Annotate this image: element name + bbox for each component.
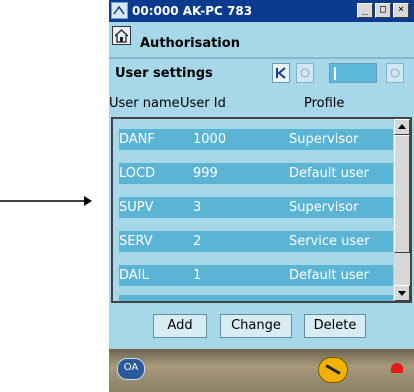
column-header-user-name[interactable]: User name	[109, 96, 180, 111]
controller-icon	[111, 2, 128, 19]
divider	[109, 57, 414, 59]
arrow-down-icon	[398, 291, 406, 296]
delete-button[interactable]: Delete	[304, 314, 366, 338]
record-input[interactable]	[329, 63, 377, 83]
pointer-arrow	[0, 196, 92, 206]
minimize-button[interactable]: _	[357, 3, 373, 18]
table-row[interactable]: SUPV 3 Supervisor	[119, 197, 393, 218]
cell-user-name: LOCD	[119, 166, 156, 181]
status-footer: OA	[109, 349, 414, 392]
cell-user-id: 1	[193, 268, 202, 283]
scroll-down-button[interactable]	[394, 285, 410, 301]
close-button[interactable]: ×	[393, 3, 409, 18]
cell-profile: Default user	[289, 268, 369, 283]
add-button[interactable]: Add	[153, 314, 207, 338]
nav-first-icon	[276, 67, 286, 79]
bell-icon[interactable]	[391, 363, 403, 373]
nav-next-button[interactable]	[386, 63, 404, 83]
section-title: Authorisation	[140, 36, 240, 51]
app-window: 00:000 AK-PC 783 _ □ × Authorisation Use…	[109, 0, 414, 392]
cell-user-id: 2	[193, 234, 202, 249]
table-row[interactable]: DAIL 1 Default user	[119, 265, 393, 286]
operator-icon[interactable]: OA	[117, 358, 145, 380]
nav-next-icon	[390, 68, 400, 78]
text-caret	[334, 67, 336, 80]
table-row[interactable]: LOCD 999 Default user	[119, 163, 393, 184]
scroll-up-button[interactable]	[394, 119, 410, 135]
cell-profile: Service user	[289, 234, 370, 249]
maximize-button[interactable]: □	[375, 3, 391, 18]
column-header-profile[interactable]: Profile	[304, 96, 344, 111]
scroll-thumb[interactable]	[394, 135, 410, 253]
arrow-up-icon	[398, 124, 406, 129]
home-icon[interactable]	[112, 26, 131, 45]
cell-profile: Default user	[289, 166, 369, 181]
change-button[interactable]: Change	[220, 314, 292, 338]
cell-user-id: 1000	[193, 132, 227, 147]
cell-user-name: SERV	[119, 234, 153, 249]
cell-user-id: 3	[193, 200, 202, 215]
column-header-user-id[interactable]: User Id	[180, 96, 226, 111]
user-settings-title: User settings	[115, 66, 213, 81]
table-row-partial[interactable]	[119, 295, 393, 301]
cell-profile: Supervisor	[289, 132, 359, 147]
title-bar[interactable]: 00:000 AK-PC 783 _ □ ×	[109, 0, 414, 22]
table-row[interactable]: DANF 1000 Supervisor	[119, 129, 393, 150]
window-title: 00:000 AK-PC 783	[132, 4, 253, 18]
nav-prev-icon	[300, 68, 310, 78]
cell-user-name: SUPV	[119, 200, 154, 215]
cell-user-id: 999	[193, 166, 218, 181]
user-table[interactable]: DANF 1000 Supervisor LOCD 999 Default us…	[111, 117, 412, 303]
nav-prev-button[interactable]	[296, 63, 314, 83]
cell-profile: Supervisor	[289, 200, 359, 215]
nav-first-button[interactable]	[272, 63, 290, 83]
vertical-scrollbar[interactable]	[394, 119, 410, 301]
table-row[interactable]: SERV 2 Service user	[119, 231, 393, 252]
cell-user-name: DAIL	[119, 268, 149, 283]
cell-user-name: DANF	[119, 132, 155, 147]
wrench-icon[interactable]	[318, 357, 348, 383]
